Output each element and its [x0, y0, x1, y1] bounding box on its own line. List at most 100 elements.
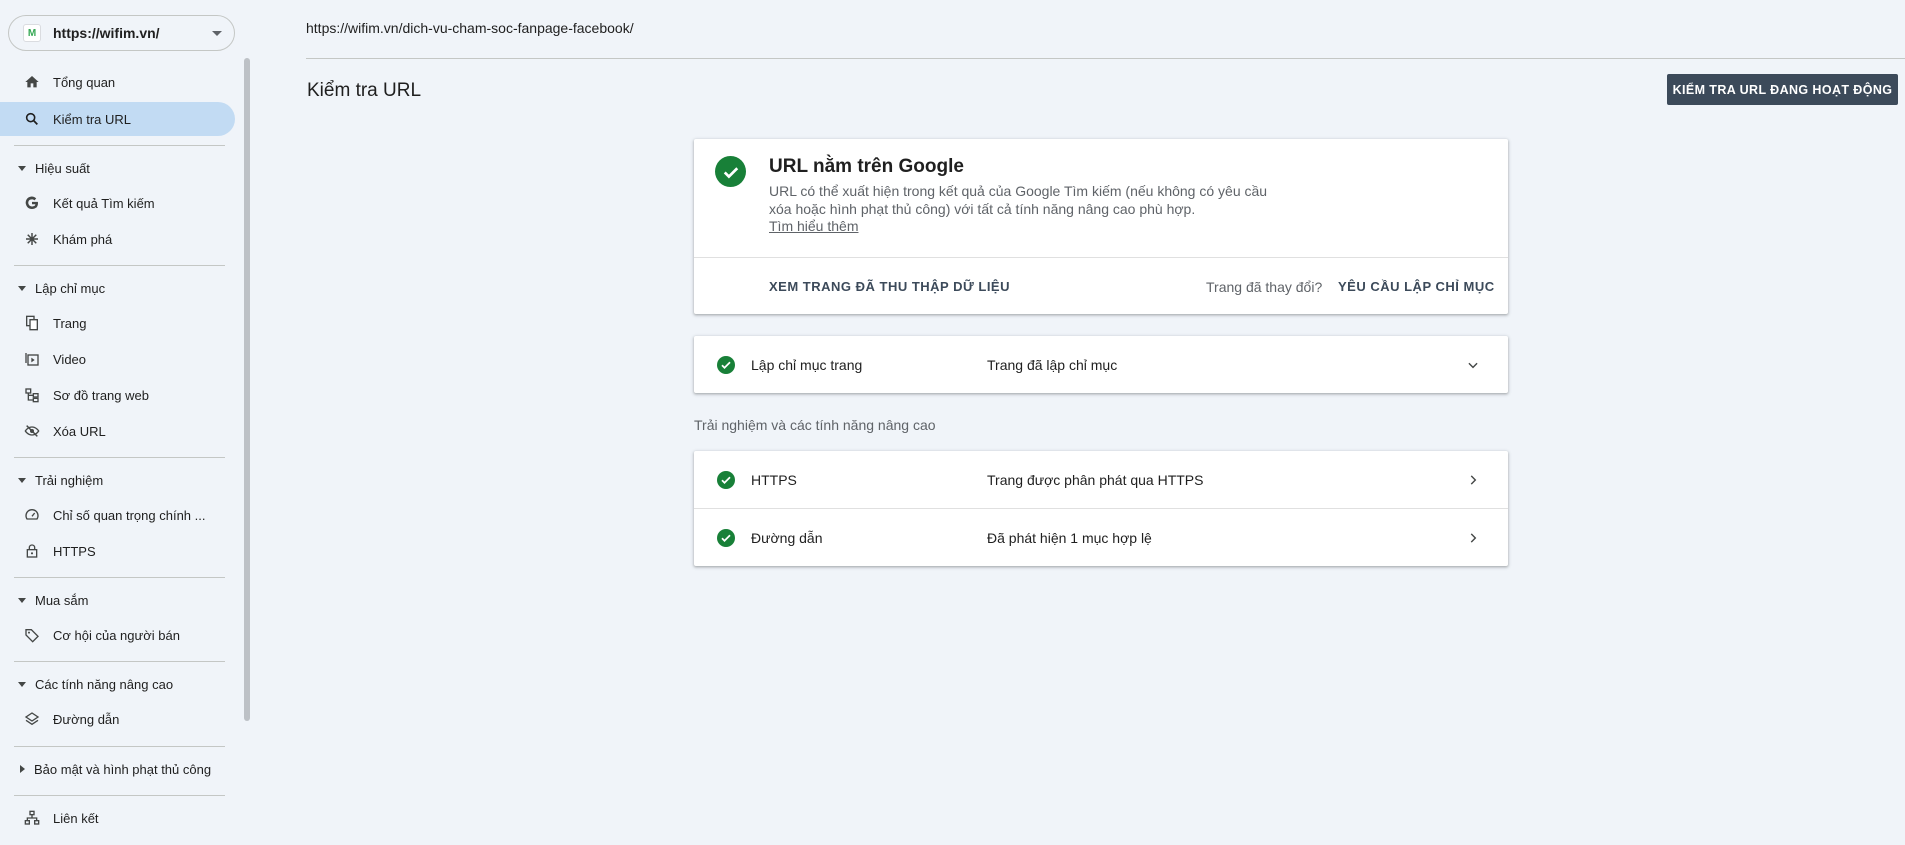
row-label: HTTPS	[751, 471, 797, 488]
status-title: URL nằm trên Google	[769, 156, 964, 177]
row-value: Trang được phân phát qua HTTPS	[987, 471, 1204, 488]
section-label: Bảo mật và hình phạt thủ công	[34, 761, 212, 777]
speedometer-icon	[24, 507, 40, 523]
section-label: Mua sắm	[35, 592, 89, 608]
eye-off-icon	[24, 423, 40, 439]
check-circle-icon	[717, 470, 735, 489]
section-security-manual-actions[interactable]: Bảo mật và hình phạt thủ công	[0, 754, 235, 784]
test-live-url-button[interactable]: KIỂM TRA URL ĐANG HOẠT ĐỘNG	[1667, 74, 1898, 105]
section-label: Các tính năng nâng cao	[35, 676, 174, 692]
sidebar-item-pages[interactable]: Trang	[0, 306, 235, 340]
search-icon	[24, 111, 40, 127]
divider	[14, 457, 225, 458]
sidebar-item-url-inspection[interactable]: Kiểm tra URL	[0, 102, 235, 136]
section-label: Hiệu suất	[35, 160, 90, 176]
sidebar-item-label: Kiểm tra URL	[53, 111, 132, 127]
site-favicon: M	[23, 24, 41, 42]
caret-down-icon	[18, 681, 26, 687]
caret-down-icon	[18, 597, 26, 603]
chevron-right-icon[interactable]	[1465, 530, 1481, 546]
divider	[14, 265, 225, 266]
sidebar-item-https[interactable]: HTTPS	[0, 534, 235, 568]
divider	[14, 145, 225, 146]
sidebar-item-sitemaps[interactable]: Sơ đồ trang web	[0, 378, 235, 412]
chevron-right-icon[interactable]	[1465, 472, 1481, 488]
caret-down-icon	[18, 285, 26, 291]
section-experience[interactable]: Trải nghiệm	[0, 465, 235, 495]
sidebar: M https://wifim.vn/ Tổng quan Kiểm tra U…	[0, 0, 250, 845]
caret-down-icon	[18, 165, 26, 171]
sidebar-item-label: Liên kết	[53, 810, 99, 826]
layers-icon	[24, 711, 40, 727]
divider	[14, 661, 225, 662]
sidebar-item-label: HTTPS	[53, 543, 96, 559]
page-changed-label: Trang đã thay đổi?	[1206, 279, 1323, 295]
caret-right-icon	[20, 765, 25, 773]
divider	[14, 795, 225, 796]
row-value: Trang đã lập chỉ mục	[987, 356, 1118, 373]
section-label: Lập chỉ mục	[35, 280, 106, 296]
chevron-down-icon[interactable]	[1465, 357, 1481, 373]
sidebar-item-core-web-vitals[interactable]: Chỉ số quan trọng chính ...	[0, 498, 235, 532]
sitemap-icon	[24, 387, 40, 403]
enhancements-card: HTTPS Trang được phân phát qua HTTPS Đườ…	[694, 451, 1508, 566]
page-indexing-row[interactable]: Lập chỉ mục trang Trang đã lập chỉ mục	[694, 336, 1508, 393]
caret-down-icon	[18, 477, 26, 483]
pages-icon	[24, 315, 40, 331]
check-circle-icon	[717, 355, 735, 374]
sidebar-item-removals[interactable]: Xóa URL	[0, 414, 235, 448]
property-selector[interactable]: M https://wifim.vn/	[8, 15, 235, 51]
home-icon	[24, 74, 40, 90]
sidebar-item-label: Xóa URL	[53, 423, 106, 439]
divider	[14, 746, 225, 747]
sidebar-item-links[interactable]: Liên kết	[0, 801, 235, 835]
sidebar-item-label: Chỉ số quan trọng chính ...	[53, 507, 206, 523]
sidebar-item-label: Khám phá	[53, 231, 113, 247]
sidebar-item-label: Đường dẫn	[53, 711, 120, 727]
sidebar-item-label: Kết quả Tìm kiếm	[53, 195, 155, 211]
row-label: Lập chỉ mục trang	[751, 356, 863, 373]
section-indexing[interactable]: Lập chỉ mục	[0, 273, 235, 303]
row-value: Đã phát hiện 1 mục hợp lệ	[987, 529, 1152, 546]
check-circle-icon	[715, 156, 746, 187]
view-crawled-page-button[interactable]: XEM TRANG ĐÃ THU THẬP DỮ LIỆU	[769, 279, 1010, 294]
page-indexing-card[interactable]: Lập chỉ mục trang Trang đã lập chỉ mục	[694, 336, 1508, 393]
sidebar-item-merchant-opportunities[interactable]: Cơ hội của người bán	[0, 618, 235, 652]
check-circle-icon	[717, 528, 735, 547]
section-label: Trải nghiệm	[35, 472, 104, 488]
property-label: https://wifim.vn/	[53, 25, 160, 41]
divider	[694, 257, 1508, 258]
section-performance[interactable]: Hiệu suất	[0, 153, 235, 183]
sidebar-item-search-results[interactable]: Kết quả Tìm kiếm	[0, 186, 235, 220]
sidebar-item-label: Trang	[53, 315, 87, 331]
chevron-down-icon	[212, 30, 222, 36]
learn-more-link[interactable]: Tìm hiểu thêm	[769, 218, 858, 234]
lock-icon	[24, 543, 40, 559]
tag-icon	[24, 627, 40, 643]
divider	[14, 577, 225, 578]
section-shopping[interactable]: Mua sắm	[0, 585, 235, 615]
request-indexing-button[interactable]: YÊU CẦU LẬP CHỈ MỤC	[1338, 279, 1495, 294]
google-g-icon	[24, 195, 40, 211]
sidebar-item-breadcrumbs[interactable]: Đường dẫn	[0, 702, 235, 736]
sidebar-item-label: Sơ đồ trang web	[53, 387, 149, 403]
section-enhancements[interactable]: Các tính năng nâng cao	[0, 669, 235, 699]
sidebar-item-label: Cơ hội của người bán	[53, 627, 180, 643]
links-icon	[24, 810, 40, 826]
inspected-url[interactable]: https://wifim.vn/dich-vu-cham-soc-fanpag…	[306, 20, 634, 36]
page-title: Kiểm tra URL	[307, 80, 422, 101]
url-status-card: URL nằm trên Google URL có thể xuất hiện…	[694, 139, 1508, 314]
sidebar-item-label: Video	[53, 351, 87, 367]
sidebar-item-overview[interactable]: Tổng quan	[0, 65, 235, 99]
sidebar-scrollbar[interactable]	[244, 58, 250, 721]
row-label: Đường dẫn	[751, 529, 823, 546]
discover-asterisk-icon	[24, 231, 40, 247]
sidebar-item-discover[interactable]: Khám phá	[0, 222, 235, 256]
status-description: URL có thể xuất hiện trong kết quả của G…	[769, 183, 1268, 217]
sidebar-item-label: Tổng quan	[53, 74, 116, 90]
video-icon	[24, 351, 40, 367]
sidebar-item-video[interactable]: Video	[0, 342, 235, 376]
enhancements-caption: Trải nghiệm và các tính năng nâng cao	[694, 417, 936, 433]
enhancement-row-https[interactable]: HTTPS Trang được phân phát qua HTTPS	[694, 451, 1508, 508]
enhancement-row-breadcrumbs[interactable]: Đường dẫn Đã phát hiện 1 mục hợp lệ	[694, 509, 1508, 566]
